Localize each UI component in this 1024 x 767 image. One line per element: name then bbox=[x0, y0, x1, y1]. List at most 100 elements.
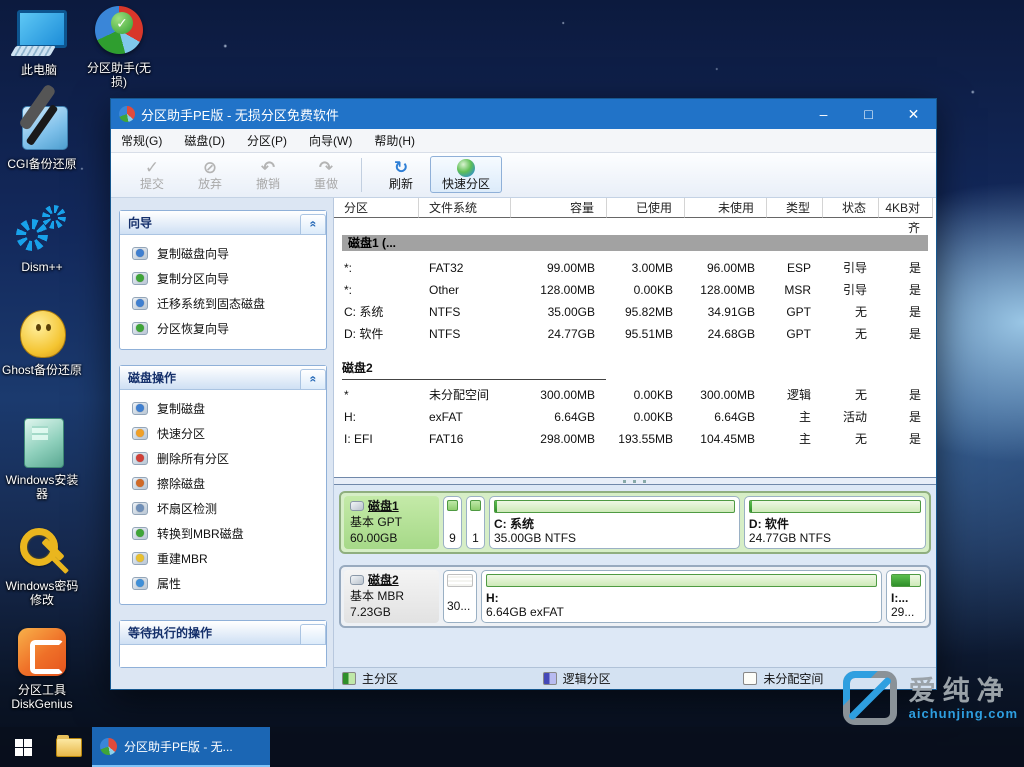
sidebar-item[interactable]: 擦除磁盘 bbox=[126, 471, 322, 496]
sidebar-item[interactable]: 重建MBR bbox=[126, 546, 322, 571]
unallocated-block[interactable]: 30... bbox=[443, 570, 477, 623]
menu-disk[interactable]: 磁盘(D) bbox=[184, 132, 225, 149]
splitter-handle[interactable] bbox=[334, 477, 936, 485]
table-header-row: 分区文件系统容量已使用未使用类型状态4KB对齐 bbox=[334, 198, 936, 218]
partition-row[interactable]: C: 系统NTFS35.00GB95.82MB34.91GBGPT无是 bbox=[334, 301, 936, 323]
sidebar-item[interactable]: 复制分区向导 bbox=[126, 266, 322, 291]
desktop: 此电脑分区助手(无损) CGI备份还原 Dism++ Ghost备份还原 Windows… bbox=[0, 0, 1024, 727]
commit-button: ✓提交 bbox=[123, 156, 181, 193]
partition-block[interactable]: 9 bbox=[443, 496, 462, 549]
partition-cell: 300.00MB bbox=[511, 384, 607, 406]
refresh-button[interactable]: ↻刷新 bbox=[372, 156, 430, 193]
menu-general[interactable]: 常规(G) bbox=[121, 132, 162, 149]
sidebar-item[interactable]: 分区恢复向导 bbox=[126, 316, 322, 341]
dism-gears-shortcut[interactable]: Dism++ bbox=[0, 203, 84, 274]
sidebar-item[interactable]: 复制磁盘向导 bbox=[126, 241, 322, 266]
partition-cell: 主 bbox=[767, 406, 823, 428]
collapse-button[interactable] bbox=[300, 624, 326, 644]
partition-cell: FAT32 bbox=[419, 257, 511, 279]
close-button[interactable]: ✕ bbox=[891, 99, 936, 129]
maximize-button[interactable]: □ bbox=[846, 99, 891, 129]
desktop-icon-label: Windows安装器 bbox=[0, 473, 84, 501]
sidebar-item[interactable]: 属性 bbox=[126, 571, 322, 596]
partition-cell: 24.77GB bbox=[511, 323, 607, 345]
disk-group-header[interactable]: 磁盘2 bbox=[342, 359, 928, 380]
usage-bar-fill bbox=[750, 501, 752, 512]
collapse-button[interactable]: « bbox=[300, 214, 326, 234]
taskbar-task-partition-assistant[interactable]: 分区助手PE版 - 无... bbox=[92, 727, 270, 767]
partition-cell: FAT16 bbox=[419, 428, 511, 450]
partition-recovery-wizard-icon bbox=[132, 322, 148, 335]
usage-bar bbox=[891, 574, 921, 587]
windows-installer-shortcut[interactable]: Windows安装器 bbox=[0, 416, 84, 501]
partition-cell: 是 bbox=[879, 406, 933, 428]
partition-block-subtitle: 35.00GB NTFS bbox=[494, 531, 735, 545]
ghost-backup-shortcut[interactable]: Ghost备份还原 bbox=[0, 306, 84, 377]
menu-partition[interactable]: 分区(P) bbox=[247, 132, 287, 149]
partition-row[interactable]: I: EFIFAT16298.00MB193.55MB104.45MB主无是 bbox=[334, 428, 936, 450]
partition-cell: 128.00MB bbox=[685, 279, 767, 301]
sidebar-panel-header: 等待执行的操作 bbox=[120, 621, 326, 645]
partition-row[interactable]: *:Other128.00MB0.00KB128.00MBMSR引导是 bbox=[334, 279, 936, 301]
sidebar-item[interactable]: 转换到MBR磁盘 bbox=[126, 521, 322, 546]
sidebar-item[interactable]: 快速分区 bbox=[126, 421, 322, 446]
minimize-button[interactable]: – bbox=[801, 99, 846, 129]
usage-bar bbox=[749, 500, 921, 513]
disk-label[interactable]: 磁盘2基本 MBR7.23GB bbox=[344, 570, 439, 623]
partition-block-title: D: 软件 bbox=[749, 517, 921, 531]
usage-bar bbox=[486, 574, 877, 587]
sidebar-item[interactable]: 坏扇区检测 bbox=[126, 496, 322, 521]
partition-cell: 未分配空间 bbox=[419, 384, 511, 406]
partition-row[interactable]: D: 软件NTFS24.77GB95.51MB24.68GBGPT无是 bbox=[334, 323, 936, 345]
undo-button: ↶撤销 bbox=[239, 156, 297, 193]
sidebar-item-label: 复制磁盘 bbox=[157, 400, 205, 417]
menu-wizard[interactable]: 向导(W) bbox=[309, 132, 352, 149]
password-key-shortcut[interactable]: Windows密码修改 bbox=[0, 522, 84, 607]
sidebar-item[interactable]: 迁移系统到固态磁盘 bbox=[126, 291, 322, 316]
partition-assistant-window: 分区助手PE版 - 无损分区免费软件 – □ ✕ 常规(G) 磁盘(D) 分区(P)… bbox=[110, 98, 937, 690]
sidebar-panel-向导: 向导« 复制磁盘向导复制分区向导迁移系统到固态磁盘分区恢复向导 bbox=[119, 210, 327, 350]
legend-swatch-icon bbox=[342, 672, 356, 685]
file-explorer-button[interactable] bbox=[46, 727, 92, 767]
diskgenius-shortcut[interactable]: 分区工具DiskGenius bbox=[0, 626, 84, 711]
partition-table: 分区文件系统容量已使用未使用类型状态4KB对齐磁盘1 (... *:FAT3299… bbox=[334, 198, 936, 477]
sidebar-item[interactable]: 删除所有分区 bbox=[126, 446, 322, 471]
partition-block[interactable]: D: 软件24.77GB NTFS bbox=[744, 496, 926, 549]
partition-cell: 无 bbox=[823, 428, 879, 450]
disk-map: 磁盘1基本 GPT60.00GB91C: 系统35.00GB NTFSD: 软件… bbox=[334, 485, 936, 667]
partition-cell: * bbox=[334, 384, 419, 406]
partition-cell: 34.91GB bbox=[685, 301, 767, 323]
computer-shortcut[interactable]: 此电脑 bbox=[2, 6, 76, 77]
disk-group-header[interactable]: 磁盘1 (... bbox=[342, 235, 928, 251]
partition-row[interactable]: H:exFAT6.64GB0.00KB6.64GB主活动是 bbox=[334, 406, 936, 428]
partition-cell: D: 软件 bbox=[334, 323, 419, 345]
partition-block[interactable]: 1 bbox=[466, 496, 485, 549]
menu-help[interactable]: 帮助(H) bbox=[374, 132, 415, 149]
disk-map-row: 磁盘1基本 GPT60.00GB91C: 系统35.00GB NTFSD: 软件… bbox=[339, 491, 931, 554]
main-area: 向导«复制磁盘向导复制分区向导迁移系统到固态磁盘分区恢复向导磁盘操作«复制磁盘快… bbox=[111, 198, 936, 689]
partition-row[interactable]: *未分配空间300.00MB0.00KB300.00MB逻辑无是 bbox=[334, 384, 936, 406]
partition-cell: GPT bbox=[767, 301, 823, 323]
partition-block[interactable]: I:...29... bbox=[886, 570, 926, 623]
partition-cell: 193.55MB bbox=[607, 428, 685, 450]
quick-partition-button[interactable]: 快速分区 bbox=[430, 156, 502, 193]
partition-block[interactable]: H:6.64GB exFAT bbox=[481, 570, 882, 623]
partition-row[interactable]: *:FAT3299.00MB3.00MB96.00MBESP引导是 bbox=[334, 257, 936, 279]
partition-cell: 99.00MB bbox=[511, 257, 607, 279]
sidebar-item[interactable]: 复制磁盘 bbox=[126, 396, 322, 421]
partition-cell: 95.51MB bbox=[607, 323, 685, 345]
partition-block-title: C: 系统 bbox=[494, 517, 735, 531]
partition-block[interactable]: C: 系统35.00GB NTFS bbox=[489, 496, 740, 549]
disk-label[interactable]: 磁盘1基本 GPT60.00GB bbox=[344, 496, 439, 549]
column-header: 类型 bbox=[767, 198, 823, 218]
window-titlebar[interactable]: 分区助手PE版 - 无损分区免费软件 – □ ✕ bbox=[111, 99, 936, 129]
partition-cell: H: bbox=[334, 406, 419, 428]
partition-cell: 是 bbox=[879, 323, 933, 345]
collapse-button[interactable]: « bbox=[300, 369, 326, 389]
sidebar-panel-header: 向导« bbox=[120, 211, 326, 235]
sidebar-item-label: 擦除磁盘 bbox=[157, 475, 205, 492]
start-button[interactable] bbox=[0, 727, 46, 767]
disk-size: 7.23GB bbox=[350, 604, 439, 620]
cgi-backup-shortcut[interactable]: CGI备份还原 bbox=[0, 100, 84, 171]
partition-assistant-shortcut[interactable]: 分区助手(无损) bbox=[80, 4, 158, 89]
